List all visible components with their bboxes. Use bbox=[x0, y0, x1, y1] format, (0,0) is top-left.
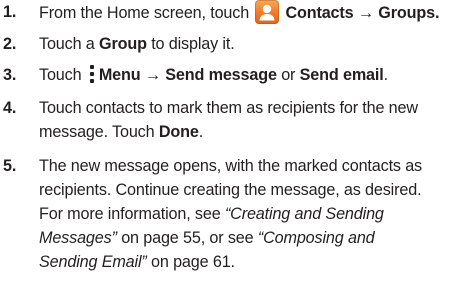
menu-label: Menu bbox=[98, 66, 141, 84]
xref-sending-email: Sending Email” bbox=[39, 253, 147, 271]
step-text: The new message opens, with the marked c… bbox=[39, 154, 471, 274]
period: . bbox=[383, 66, 389, 84]
step-5-line-2: recipients. Continue creating the messag… bbox=[39, 181, 422, 199]
step-2-text-a: Touch a bbox=[39, 35, 95, 53]
step-text: Touch contacts to mark them as recipient… bbox=[39, 96, 471, 144]
step-text: Touch a Group to display it. bbox=[39, 32, 471, 56]
step-number: 2. bbox=[3, 35, 17, 53]
menu-icon bbox=[89, 65, 95, 84]
done-label: Done bbox=[158, 123, 199, 141]
step-5-line-3: For more information, see “Creating and … bbox=[39, 202, 471, 226]
contacts-label: Contacts bbox=[285, 4, 354, 22]
step-number: 5. bbox=[3, 157, 17, 175]
arrow-icon: → bbox=[144, 66, 161, 84]
step-5-line-5-text: on page 61. bbox=[151, 253, 235, 271]
send-email-label: Send email bbox=[299, 66, 384, 84]
step-text: From the Home screen, touch Contacts → G… bbox=[39, 0, 471, 25]
or-text: or bbox=[281, 66, 296, 84]
step-5-line-1: The new message opens, with the marked c… bbox=[39, 157, 423, 175]
arrow-icon: → bbox=[357, 4, 374, 22]
step-5-line-4-text: on page 55, or see bbox=[121, 229, 254, 247]
step-5-line-5: Sending Email” on page 61. bbox=[39, 250, 471, 274]
step-4-line-2-text: message. Touch bbox=[39, 123, 155, 141]
xref-composing-and: “Composing and bbox=[257, 229, 375, 247]
step-number: 1. bbox=[3, 3, 17, 21]
xref-messages: Messages” bbox=[39, 229, 117, 247]
period: . bbox=[198, 123, 204, 141]
step-1-text: From the Home screen, touch bbox=[39, 4, 250, 22]
step-3-text-a: Touch bbox=[39, 66, 82, 84]
step-number: 4. bbox=[3, 99, 17, 117]
contacts-app-icon bbox=[255, 0, 280, 24]
groups-label: Groups bbox=[378, 4, 435, 22]
step-number: 3. bbox=[3, 66, 17, 84]
step-4-line-1: Touch contacts to mark them as recipient… bbox=[39, 99, 418, 117]
step-5-line-4: Messages” on page 55, or see “Composing … bbox=[39, 226, 471, 250]
xref-creating-sending-messages: “Creating and Sending bbox=[224, 205, 384, 223]
group-label: Group bbox=[99, 35, 147, 53]
step-5-line-3-text: For more information, see bbox=[39, 205, 221, 223]
step-2-text-b: to display it. bbox=[151, 35, 235, 53]
step-text: Touch Menu → Send message or Send email. bbox=[39, 63, 471, 87]
send-message-label: Send message bbox=[165, 66, 277, 84]
period: . bbox=[434, 4, 440, 22]
step-4-line-2: message. Touch Done. bbox=[39, 120, 471, 144]
